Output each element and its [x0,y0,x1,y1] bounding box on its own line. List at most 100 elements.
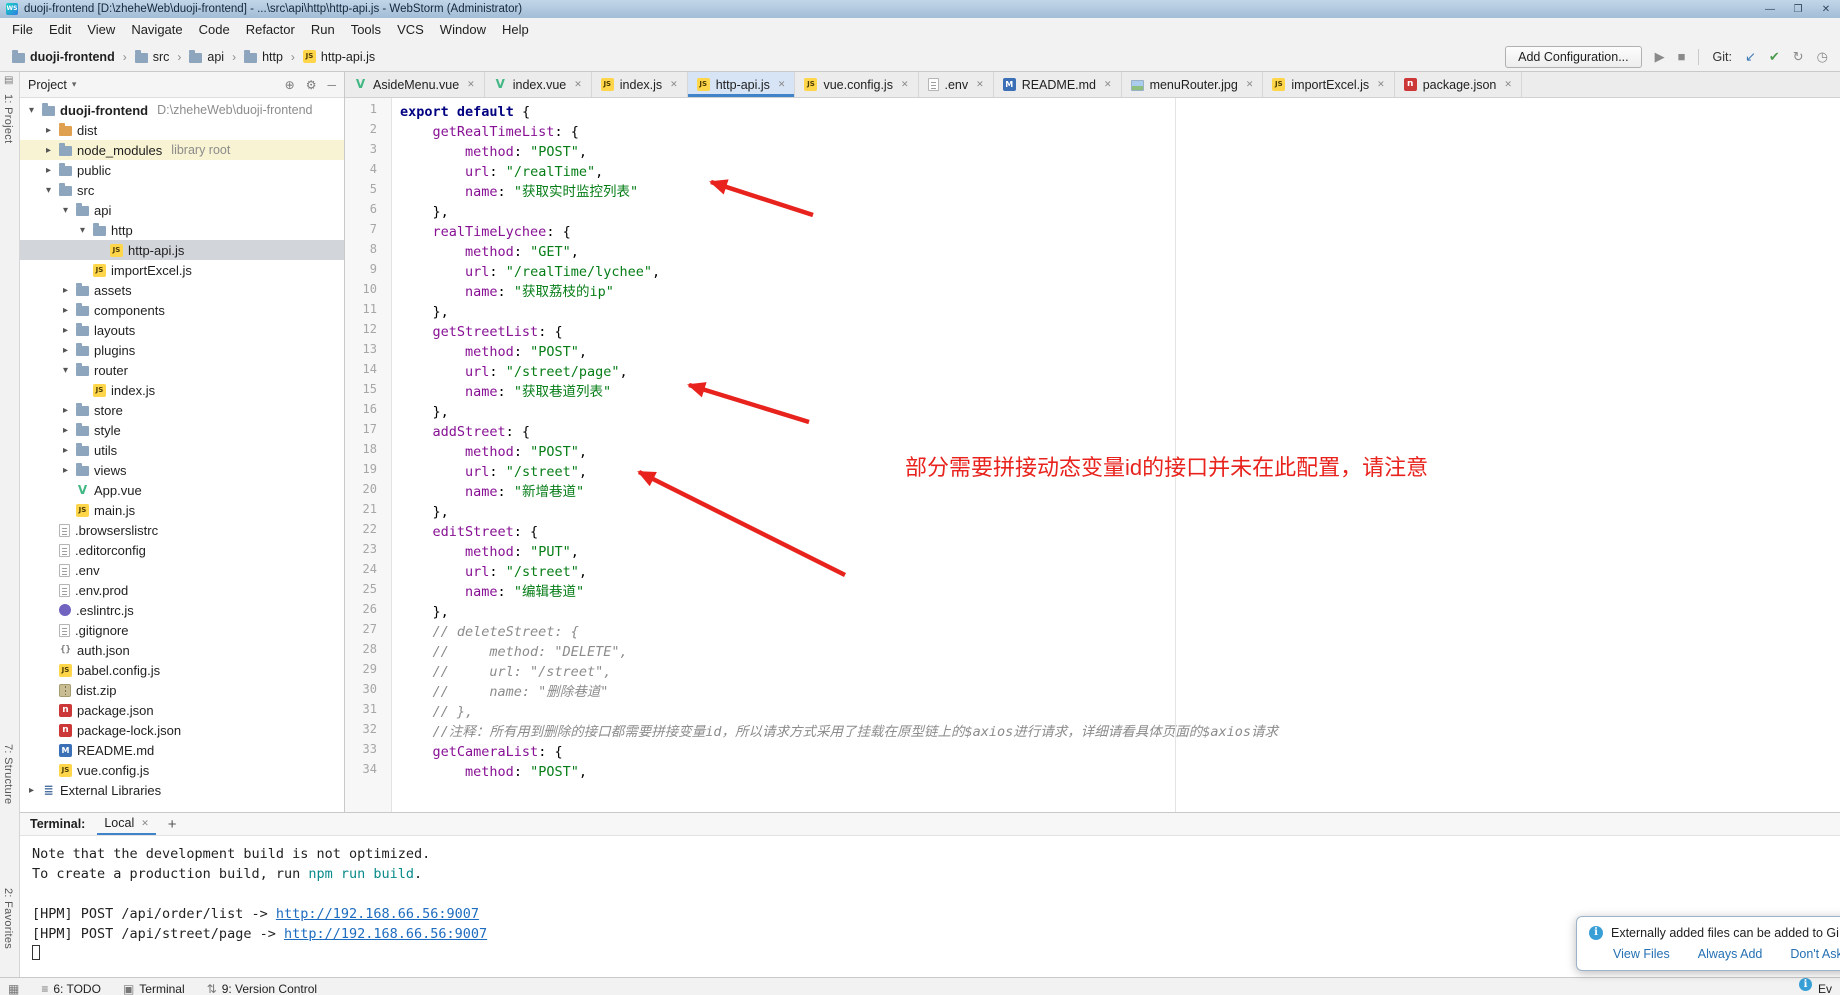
tree-item-.browserslistrc[interactable]: .browserslistrc [20,520,344,540]
hide-panel-icon[interactable]: ─ [327,78,336,92]
chevron-collapsed-icon[interactable]: ▸ [60,465,71,476]
tree-item-style[interactable]: ▸style [20,420,344,440]
tab-importExcel.js[interactable]: importExcel.js✕ [1263,72,1394,97]
close-icon[interactable]: ✕ [778,79,786,90]
code-line[interactable]: getCameraList: { [400,742,1840,762]
terminal-link[interactable]: http://192.168.66.56:9007 [276,906,479,922]
tree-item-dist[interactable]: ▸dist [20,120,344,140]
tree-item-index.js[interactable]: index.js [20,380,344,400]
tree-item-src[interactable]: ▾src [20,180,344,200]
history-clock-icon[interactable]: ◷ [1817,49,1828,65]
code-line[interactable]: method: "POST", [400,762,1840,782]
menu-item-file[interactable]: File [4,18,41,42]
code-line[interactable]: }, [400,602,1840,622]
chevron-collapsed-icon[interactable]: ▸ [60,345,71,356]
code-line[interactable]: // }, [400,702,1840,722]
event-log-label[interactable]: Ev [1818,978,1832,995]
chevron-collapsed-icon[interactable]: ▸ [60,325,71,336]
chevron-collapsed-icon[interactable]: ▸ [60,285,71,296]
tab-vue.config.js[interactable]: vue.config.js✕ [795,72,918,97]
code-line[interactable]: name: "新增巷道" [400,482,1840,502]
chevron-expanded-icon[interactable]: ▾ [26,105,37,116]
tree-item-views[interactable]: ▸views [20,460,344,480]
menu-item-window[interactable]: Window [432,18,494,42]
close-icon[interactable]: ✕ [670,79,678,90]
run-icon[interactable]: ▶ [1655,49,1665,65]
tree-item-http[interactable]: ▾http [20,220,344,240]
code-line[interactable]: url: "/realTime", [400,162,1840,182]
chevron-collapsed-icon[interactable]: ▸ [60,445,71,456]
event-log-icon[interactable] [1799,978,1812,991]
tree-item-components[interactable]: ▸components [20,300,344,320]
tree-item-dist.zip[interactable]: dist.zip [20,680,344,700]
tree-item-auth.json[interactable]: auth.json [20,640,344,660]
chevron-collapsed-icon[interactable]: ▸ [26,785,37,796]
code-line[interactable]: addStreet: { [400,422,1840,442]
code-line[interactable]: url: "/street/page", [400,362,1840,382]
code-line[interactable]: getStreetList: { [400,322,1840,342]
status-item-9-version-control[interactable]: ⇅9: Version Control [207,978,317,995]
menu-item-vcs[interactable]: VCS [389,18,432,42]
code-line[interactable]: method: "PUT", [400,542,1840,562]
tab-package.json[interactable]: package.json✕ [1395,72,1522,97]
tree-item-External Libraries[interactable]: ▸External Libraries [20,780,344,800]
tool-window-switcher-icon[interactable]: ▦ [8,978,19,995]
menu-item-navigate[interactable]: Navigate [123,18,190,42]
menu-item-tools[interactable]: Tools [343,18,389,42]
tree-item-layouts[interactable]: ▸layouts [20,320,344,340]
status-item-6-todo[interactable]: ≡6: TODO [41,978,101,995]
chevron-expanded-icon[interactable]: ▾ [43,185,54,196]
code-line[interactable]: name: "获取实时监控列表" [400,182,1840,202]
close-icon[interactable]: ✕ [574,79,582,90]
breadcrumb-item[interactable]: http-api.js [301,50,377,64]
terminal-link[interactable]: http://192.168.66.56:9007 [284,926,487,942]
menu-item-code[interactable]: Code [191,18,238,42]
tree-item-store[interactable]: ▸store [20,400,344,420]
chevron-collapsed-icon[interactable]: ▸ [60,305,71,316]
minimize-button[interactable]: — [1762,4,1778,15]
code-line[interactable]: }, [400,502,1840,522]
tab-menuRouter.jpg[interactable]: menuRouter.jpg✕ [1122,72,1264,97]
menu-item-refactor[interactable]: Refactor [238,18,303,42]
tree-item-.eslintrc.js[interactable]: .eslintrc.js [20,600,344,620]
editor[interactable]: 1234567891011121314151617181920212223242… [345,98,1840,812]
menu-item-edit[interactable]: Edit [41,18,79,42]
terminal-output[interactable]: Note that the development build is not o… [20,836,1840,977]
code-line[interactable]: editStreet: { [400,522,1840,542]
git-commit-icon[interactable]: ✔ [1769,49,1780,65]
terminal-tab-local[interactable]: Local ✕ [97,813,155,835]
gear-icon[interactable]: ⚙ [306,78,317,92]
add-terminal-icon[interactable]: + [168,816,177,833]
tool-stripe-structure[interactable]: 7: Structure [2,744,14,804]
git-update-icon[interactable]: ↙ [1745,49,1756,65]
tree-item-assets[interactable]: ▸assets [20,280,344,300]
close-icon[interactable]: ✕ [1377,79,1385,90]
close-icon[interactable]: ✕ [1104,79,1112,90]
chevron-expanded-icon[interactable]: ▾ [60,205,71,216]
tree-item-plugins[interactable]: ▸plugins [20,340,344,360]
close-button[interactable]: ✕ [1818,4,1834,15]
close-icon[interactable]: ✕ [1246,79,1254,90]
code-line[interactable]: // deleteStreet: { [400,622,1840,642]
code-line[interactable]: // name: "删除巷道" [400,682,1840,702]
tree-item-.gitignore[interactable]: .gitignore [20,620,344,640]
tab-http-api.js[interactable]: http-api.js✕ [688,72,796,97]
tree-item-router[interactable]: ▾router [20,360,344,380]
code-line[interactable]: // url: "/street", [400,662,1840,682]
tab-.env[interactable]: .env✕ [919,72,994,97]
tree-item-App.vue[interactable]: App.vue [20,480,344,500]
breadcrumb-item[interactable]: http [242,50,285,64]
close-icon[interactable]: ✕ [467,79,475,90]
tree-item-package-lock.json[interactable]: package-lock.json [20,720,344,740]
tab-index.vue[interactable]: index.vue✕ [485,72,592,97]
code-line[interactable]: }, [400,202,1840,222]
add-configuration-button[interactable]: Add Configuration... [1505,46,1642,68]
chevron-expanded-icon[interactable]: ▾ [60,365,71,376]
tab-AsideMenu.vue[interactable]: AsideMenu.vue✕ [345,72,485,97]
tree-item-node_modules[interactable]: ▸node_moduleslibrary root [20,140,344,160]
code-line[interactable]: method: "POST", [400,342,1840,362]
breadcrumb-item[interactable]: api [187,50,226,64]
tree-item-utils[interactable]: ▸utils [20,440,344,460]
chevron-collapsed-icon[interactable]: ▸ [43,165,54,176]
git-rollback-icon[interactable]: ↻ [1793,49,1804,65]
